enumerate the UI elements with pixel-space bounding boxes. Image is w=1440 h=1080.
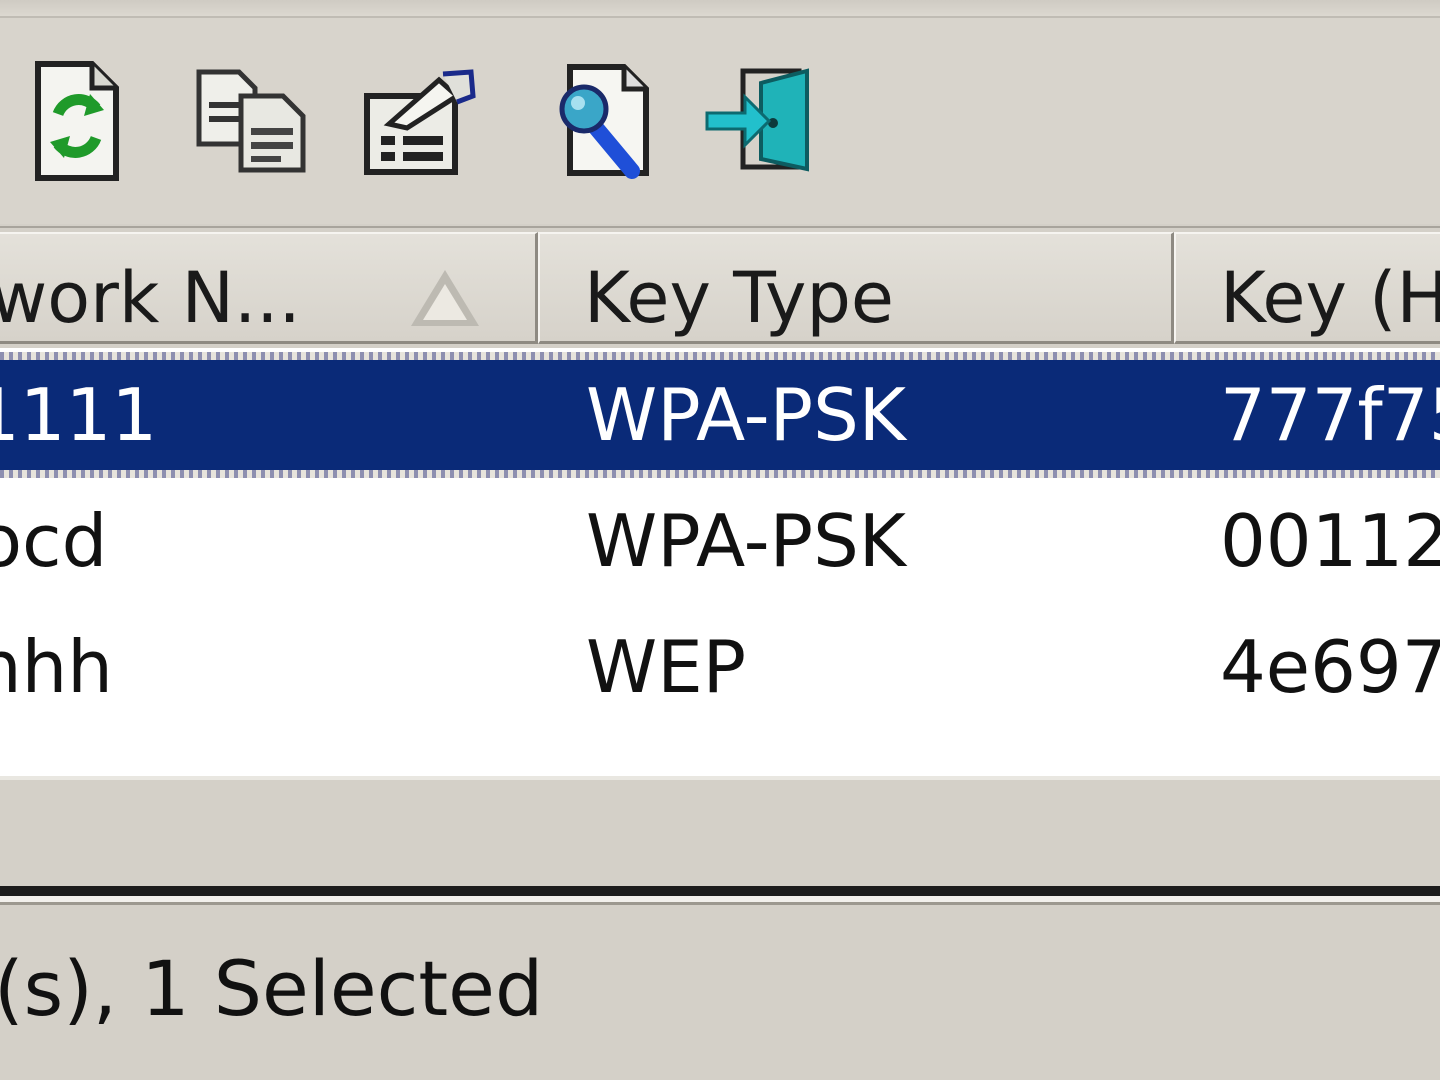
- refresh-document-icon: [35, 61, 119, 181]
- column-header-label: work N...: [0, 257, 301, 339]
- copy-documents-icon: [196, 69, 306, 173]
- refresh-button[interactable]: [10, 46, 140, 196]
- list-header: work N... Key Type Key (H: [0, 228, 1440, 348]
- exit-door-icon: [705, 68, 809, 172]
- column-header-label: Key Type: [584, 257, 894, 339]
- column-header-network-name[interactable]: work N...: [0, 232, 538, 344]
- cell-key-type: WPA-PSK: [586, 373, 906, 457]
- horizontal-scroll-area: [0, 776, 1440, 890]
- find-button[interactable]: [538, 46, 668, 196]
- status-divider: [0, 886, 1440, 902]
- network-key-list[interactable]: work N... Key Type Key (H 1111 WPA-PSK 7…: [0, 226, 1440, 778]
- cell-network-name: 1111: [0, 373, 158, 457]
- find-document-icon: [559, 64, 649, 179]
- copy-button[interactable]: [186, 46, 316, 196]
- cell-network-name: hhh: [0, 625, 113, 709]
- app-window: work N... Key Type Key (H 1111 WPA-PSK 7…: [0, 0, 1440, 1080]
- toolbar: [0, 18, 1440, 224]
- table-row[interactable]: ocd WPA-PSK 00112: [0, 478, 1440, 604]
- status-bar: (s), 1 Selected: [0, 902, 1440, 1080]
- table-row[interactable]: hhh WEP 4e697: [0, 604, 1440, 730]
- column-header-key-hex[interactable]: Key (H: [1174, 232, 1440, 344]
- sort-ascending-icon: [411, 270, 479, 326]
- status-text: (s), 1 Selected: [0, 944, 544, 1033]
- cell-key-type: WPA-PSK: [586, 499, 906, 583]
- exit-button[interactable]: [694, 46, 824, 196]
- properties-button[interactable]: [356, 46, 486, 196]
- cell-key: 00112: [1220, 499, 1440, 583]
- properties-document-icon: [364, 69, 476, 175]
- window-top-edge: [0, 0, 1440, 18]
- cell-key: 4e697: [1220, 625, 1440, 709]
- cell-key-type: WEP: [586, 625, 747, 709]
- table-row[interactable]: 1111 WPA-PSK 777f75: [0, 352, 1440, 478]
- cell-key: 777f75: [1220, 373, 1440, 457]
- cell-network-name: ocd: [0, 499, 108, 583]
- column-header-key-type[interactable]: Key Type: [538, 232, 1174, 344]
- column-header-label: Key (H: [1220, 257, 1440, 339]
